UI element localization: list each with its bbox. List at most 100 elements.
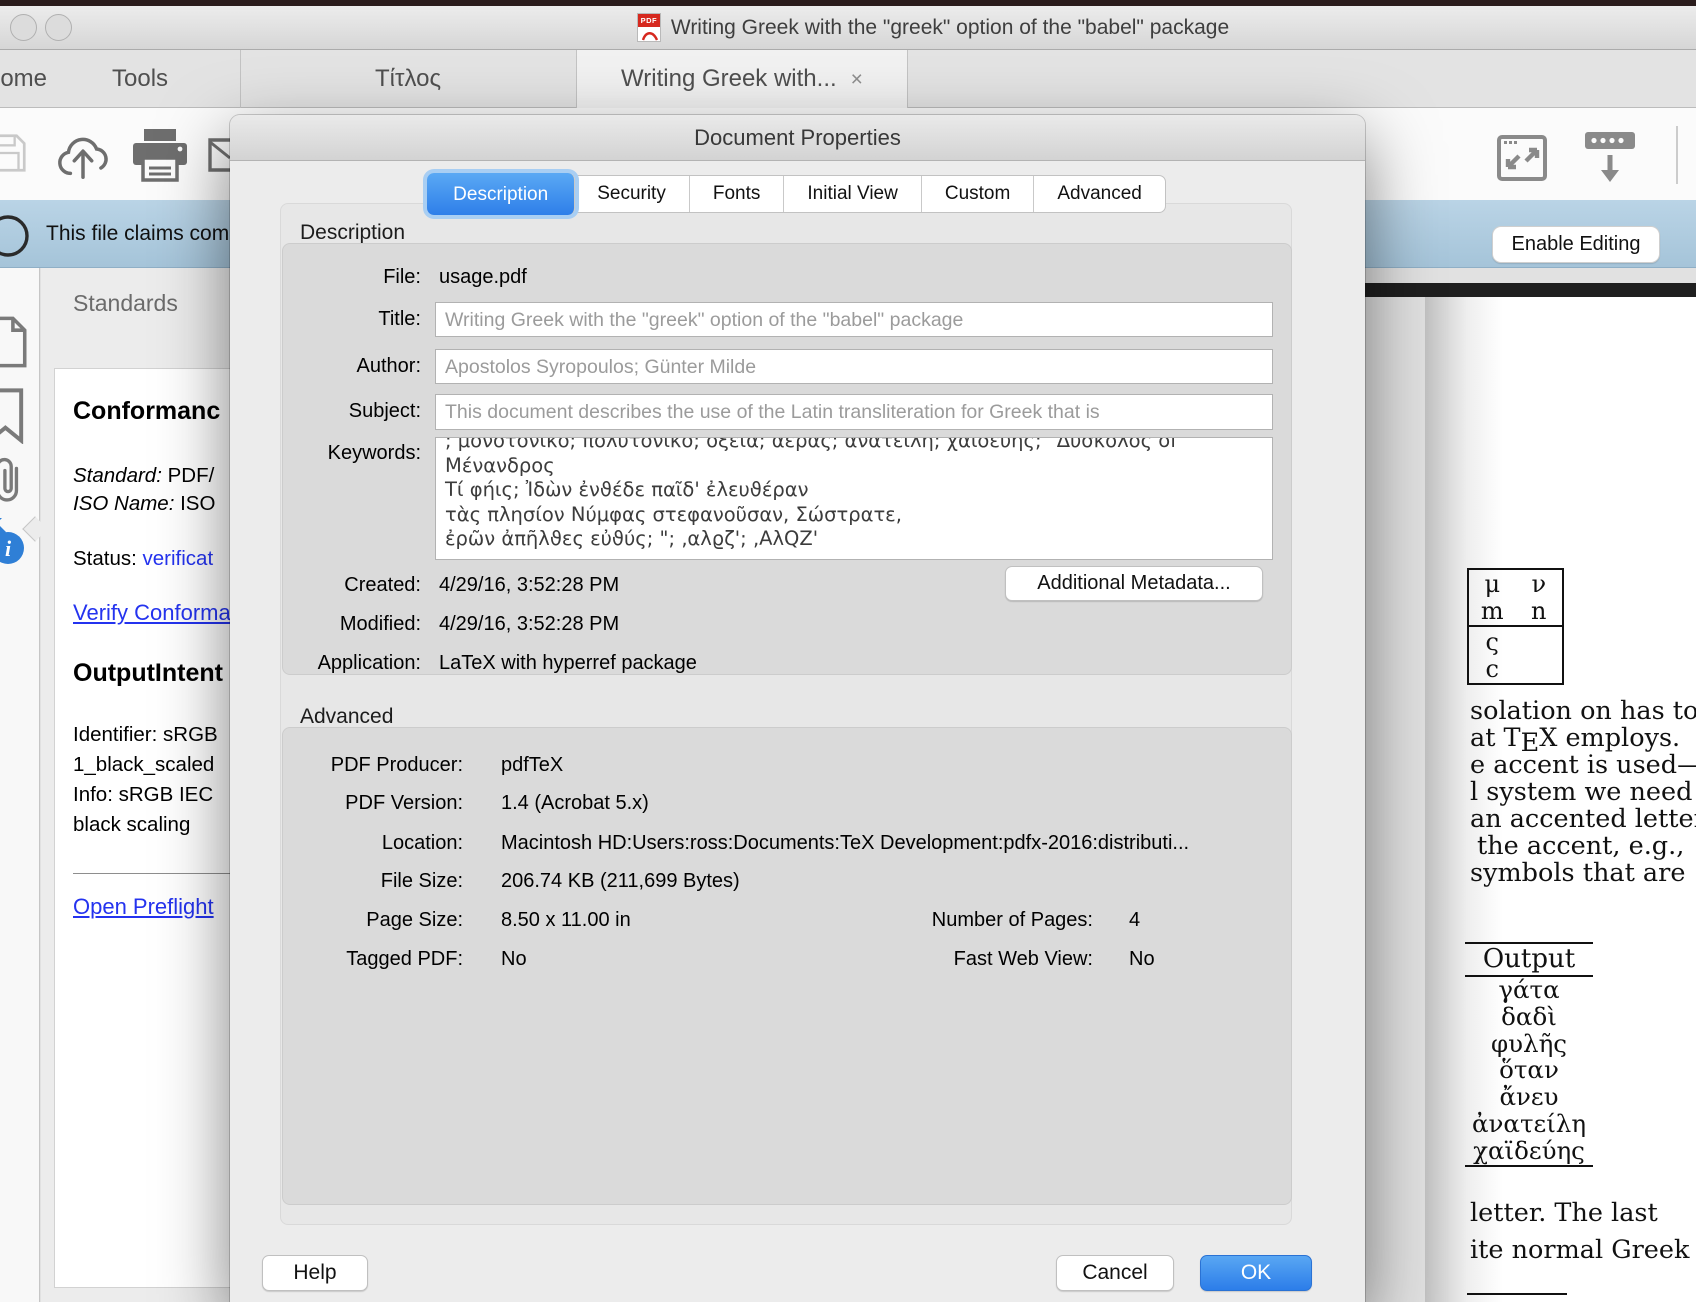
tab-initial-view[interactable]: Initial View (784, 176, 921, 212)
traffic-light-minimize[interactable] (45, 14, 72, 41)
page-size-label: Page Size: (283, 909, 463, 932)
created-label: Created: (283, 574, 421, 597)
greek-word: χαϊδεύης (1465, 1138, 1593, 1165)
advanced-group: PDF Producer: pdfTeX PDF Version: 1.4 (A… (282, 727, 1292, 1205)
window-title-group: PDF Writing Greek with the "greek" optio… (0, 13, 1696, 42)
advanced-section-label: Advanced (300, 705, 393, 729)
subject-clipped-line: defined in the LaTeX sources and the Bab… (436, 425, 1272, 430)
output-intent-line: 1_black_scaled (73, 750, 230, 780)
title-label: Title: (283, 308, 421, 331)
window-titlebar: PDF Writing Greek with the "greek" optio… (0, 6, 1696, 50)
description-group: File: usage.pdf Title: Writing Greek wit… (282, 243, 1292, 675)
body-text-line: solation on has to (1470, 696, 1696, 726)
keywords-label: Keywords: (283, 442, 421, 465)
author-input[interactable]: Apostolos Syropoulos; Günter Milde (435, 349, 1273, 384)
tab-home[interactable]: Home (0, 50, 67, 108)
greek-word: φυλῆς (1465, 1031, 1593, 1058)
number-of-pages-value: 4 (1129, 909, 1140, 932)
document-properties-dialog: Document Properties Description Security… (230, 115, 1365, 1302)
greek-word: ἄνευ (1465, 1084, 1593, 1111)
help-button[interactable]: Help (262, 1255, 368, 1291)
save-icon[interactable] (0, 130, 30, 176)
verify-conformance-link[interactable]: Verify Conforma (73, 600, 230, 626)
tab-advanced[interactable]: Advanced (1034, 176, 1165, 212)
tab-tools[interactable]: Tools (112, 50, 168, 108)
greek-word: ὅταν (1465, 1057, 1593, 1084)
dialog-title: Document Properties (230, 115, 1365, 161)
output-intent-line: black scaling (73, 810, 230, 840)
body-text-line: l system we need (1470, 777, 1692, 807)
tab-document-active[interactable]: Writing Greek with... × (576, 50, 908, 108)
output-table-header: Output (1465, 944, 1593, 975)
standards-panel: Standards Conformanc Standard: PDF/ ISO … (41, 268, 230, 1302)
ok-button[interactable]: OK (1200, 1255, 1312, 1291)
email-icon[interactable] (208, 132, 232, 178)
pdf-producer-value: pdfTeX (501, 754, 563, 777)
close-tab-icon[interactable]: × (851, 68, 863, 91)
file-value: usage.pdf (439, 266, 527, 289)
subject-label: Subject: (283, 400, 421, 423)
file-label: File: (283, 266, 421, 289)
body-text-line: ite normal Greek (1470, 1235, 1689, 1265)
conformance-heading: Conformanc (73, 397, 230, 426)
transliteration-table: μνmn ςc (1467, 568, 1564, 685)
description-section-label: Description (300, 221, 405, 245)
status-value-link[interactable]: verificat (143, 547, 214, 570)
body-text-line: an accented letter (1470, 804, 1696, 834)
attachments-icon[interactable] (0, 454, 28, 506)
tagged-pdf-label: Tagged PDF: (283, 948, 463, 971)
cloud-upload-icon[interactable] (52, 124, 114, 186)
fast-web-view-value: No (1129, 948, 1155, 971)
page-thumbnails-icon[interactable] (0, 316, 30, 368)
tab-security[interactable]: Security (574, 176, 690, 212)
page-size-value: 8.50 x 11.00 in (501, 909, 631, 932)
cancel-button[interactable]: Cancel (1056, 1255, 1174, 1291)
panel-divider (73, 873, 230, 874)
tab-description[interactable]: Description (427, 173, 575, 215)
notice-text: This file claims compli (46, 222, 250, 246)
additional-metadata-button[interactable]: Additional Metadata... (1005, 566, 1263, 601)
pdf-version-value: 1.4 (Acrobat 5.x) (501, 792, 649, 815)
tab-fonts[interactable]: Fonts (690, 176, 785, 212)
pdf-version-label: PDF Version: (283, 792, 463, 815)
body-text-line: e accent is used— (1470, 750, 1696, 780)
output-intent-heading: OutputIntent (73, 659, 230, 688)
svg-text:i: i (5, 536, 12, 561)
bookmarks-icon[interactable] (0, 388, 28, 444)
traffic-light-close[interactable] (10, 14, 37, 41)
modified-label: Modified: (283, 613, 421, 636)
toolbar-dock-icon[interactable] (1580, 130, 1640, 186)
number-of-pages-label: Number of Pages: (803, 909, 1093, 932)
compliance-badge-icon (0, 214, 38, 258)
enable-editing-button[interactable]: Enable Editing (1492, 226, 1660, 263)
pdf-file-icon: PDF (637, 13, 661, 42)
status-row: Status: verificat (73, 547, 230, 571)
title-input[interactable]: Writing Greek with the "greek" option of… (435, 302, 1273, 337)
dialog-tab-strip: Description Security Fonts Initial View … (230, 175, 1365, 213)
tab-custom[interactable]: Custom (922, 176, 1034, 212)
subject-input[interactable]: This document describes the use of the L… (435, 394, 1273, 430)
print-icon[interactable] (130, 128, 190, 184)
keywords-input[interactable]: ; μονοτονικό; πολυτονικό; οξεία; αέρας; … (435, 437, 1273, 560)
modified-value: 4/29/16, 3:52:28 PM (439, 613, 619, 636)
active-tab-label: Writing Greek with... (621, 65, 837, 92)
output-intent-line: Info: sRGB IEC (73, 780, 230, 810)
fast-web-view-label: Fast Web View: (803, 948, 1093, 971)
application-value: LaTeX with hyperref package (439, 652, 697, 675)
body-text-line: symbols that are (1470, 858, 1685, 888)
greek-word: δαδὶ (1465, 1004, 1593, 1031)
pdf-page: μνmn ςc solation on has to at TEX employ… (1425, 297, 1696, 1302)
application-label: Application: (283, 652, 421, 675)
location-label: Location: (283, 832, 463, 855)
standards-card: Conformanc Standard: PDF/ ISO Name: ISO … (54, 368, 230, 1288)
open-preflight-link[interactable]: Open Preflight (73, 894, 230, 920)
standard-row: Standard: PDF/ (73, 464, 230, 488)
created-value: 4/29/16, 3:52:28 PM (439, 574, 619, 597)
document-view-area[interactable]: μνmn ςc solation on has to at TEX employ… (1365, 268, 1696, 1302)
author-label: Author: (283, 355, 421, 378)
tab-document-titlos[interactable]: Τίτλος (241, 50, 575, 108)
greek-word: ἀνατείλη (1465, 1111, 1593, 1138)
tagged-pdf-value: No (501, 948, 527, 971)
output-table: Output γάτα δαδὶ φυλῆς ὅταν ἄνευ ἀνατείλ… (1465, 942, 1593, 1167)
expand-window-icon[interactable] (1496, 130, 1548, 182)
